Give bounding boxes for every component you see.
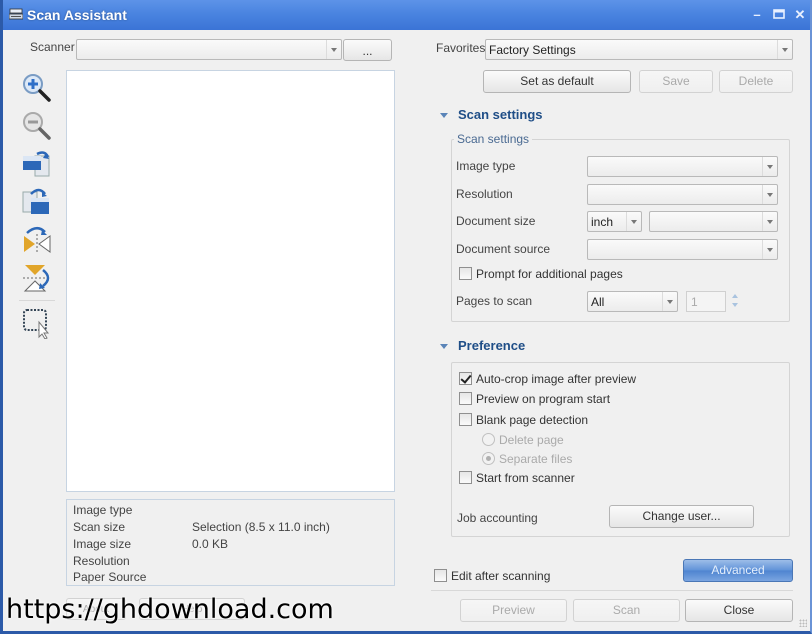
favorites-value: Factory Settings (489, 43, 576, 57)
autocrop-label[interactable]: Auto-crop image after preview (476, 372, 636, 386)
zoom-in-icon[interactable] (21, 72, 53, 104)
image-type-label: Image type (456, 159, 516, 173)
image-type-select[interactable] (587, 156, 778, 177)
footer-divider (431, 590, 793, 591)
delete-page-radio[interactable] (482, 433, 495, 446)
prompt-additional-pages-label[interactable]: Prompt for additional pages (476, 267, 623, 281)
toolbar-divider (19, 300, 55, 301)
chevron-down-icon (762, 240, 777, 259)
chevron-down-icon (326, 40, 341, 59)
title-bar[interactable]: Scan Assistant – ✕ (3, 0, 810, 30)
close-window-button[interactable]: ✕ (793, 8, 807, 22)
preference-header[interactable]: Preference (458, 338, 525, 353)
scanner-browse-button[interactable]: ... (343, 39, 392, 61)
save-favorite-button[interactable]: Save (639, 70, 713, 93)
favorites-label: Favorites (436, 41, 486, 55)
document-size-unit-select[interactable]: inch (587, 211, 642, 232)
zoom-out-icon[interactable] (21, 110, 53, 142)
blank-page-detection-checkbox[interactable] (459, 413, 472, 426)
pages-to-scan-label: Pages to scan (456, 294, 533, 308)
info-value: Selection (8.5 x 11.0 inch) (192, 520, 330, 534)
pages-to-scan-select[interactable]: All (587, 291, 678, 312)
chevron-down-icon (662, 292, 677, 311)
blank-page-detection-label[interactable]: Blank page detection (476, 413, 588, 427)
autocrop-checkbox[interactable] (459, 372, 472, 385)
pages-to-scan-value: All (591, 295, 605, 309)
rotate-left-icon[interactable] (21, 148, 53, 180)
info-key: Resolution (73, 554, 130, 568)
info-key: Paper Source (73, 570, 147, 584)
minimize-button[interactable]: – (750, 8, 764, 22)
scanner-select[interactable] (76, 39, 342, 60)
spin-up-icon[interactable] (732, 294, 738, 298)
collapse-scan-settings-icon[interactable] (440, 113, 448, 118)
separate-files-radio[interactable] (482, 452, 495, 465)
scan-assistant-window: Scan Assistant – ✕ Scanner ... Image typ… (0, 0, 812, 634)
image-info-panel: Image type Scan size Selection (8.5 x 11… (66, 499, 395, 586)
delete-favorite-button[interactable]: Delete (719, 70, 793, 93)
job-accounting-label: Job accounting (457, 511, 538, 525)
flip-horizontal-icon[interactable] (21, 224, 53, 256)
preview-on-start-label[interactable]: Preview on program start (476, 392, 610, 406)
scanner-app-icon (9, 8, 23, 20)
info-key: Image size (73, 537, 132, 551)
collapse-preference-icon[interactable] (440, 344, 448, 349)
spin-down-icon[interactable] (732, 303, 738, 307)
resolution-label: Resolution (456, 187, 513, 201)
set-as-default-button[interactable]: Set as default (483, 70, 631, 93)
info-key: Scan size (73, 520, 126, 534)
info-key: Image type (73, 503, 133, 517)
resolution-select[interactable] (587, 184, 778, 205)
pages-count-input[interactable]: 1 (686, 291, 726, 312)
rotate-right-icon[interactable] (21, 186, 53, 218)
document-source-select[interactable] (587, 239, 778, 260)
chevron-down-icon (777, 40, 792, 59)
document-size-select[interactable] (649, 211, 778, 232)
chevron-down-icon (762, 157, 777, 176)
document-source-label: Document source (456, 242, 551, 256)
change-user-button[interactable]: Change user... (609, 505, 754, 528)
scanner-label: Scanner (30, 40, 75, 54)
favorites-select[interactable]: Factory Settings (485, 39, 793, 60)
preview-on-start-checkbox[interactable] (459, 392, 472, 405)
pages-count-spinner[interactable] (731, 291, 741, 311)
start-from-scanner-checkbox[interactable] (459, 471, 472, 484)
scan-settings-group-title: Scan settings (454, 132, 533, 146)
info-value: 0.0 KB (192, 537, 229, 551)
resize-grip[interactable] (799, 619, 807, 627)
advanced-button[interactable]: Advanced (683, 559, 793, 582)
chevron-down-icon (762, 212, 777, 231)
watermark-text: https://ghdownload.com (6, 594, 334, 625)
start-from-scanner-label[interactable]: Start from scanner (476, 471, 575, 485)
preview-button[interactable]: Preview (460, 599, 567, 622)
scan-button[interactable]: Scan (573, 599, 680, 622)
prompt-additional-pages-checkbox[interactable] (459, 267, 472, 280)
edit-after-scanning-label[interactable]: Edit after scanning (451, 569, 550, 583)
pages-count-value: 1 (691, 295, 698, 309)
maximize-icon (773, 9, 785, 19)
window-title: Scan Assistant (27, 7, 127, 23)
separate-files-label[interactable]: Separate files (499, 452, 572, 466)
close-button[interactable]: Close (685, 599, 793, 622)
preview-canvas[interactable] (66, 70, 395, 492)
chevron-down-icon (626, 212, 641, 231)
maximize-button[interactable] (772, 8, 786, 22)
edit-after-scanning-checkbox[interactable] (434, 569, 447, 582)
flip-vertical-icon[interactable] (21, 262, 53, 294)
document-size-label: Document size (456, 214, 536, 228)
scan-settings-header[interactable]: Scan settings (458, 107, 543, 122)
chevron-down-icon (762, 185, 777, 204)
delete-page-label[interactable]: Delete page (499, 433, 564, 447)
select-area-icon[interactable] (21, 307, 53, 339)
document-size-unit-value: inch (591, 215, 614, 229)
